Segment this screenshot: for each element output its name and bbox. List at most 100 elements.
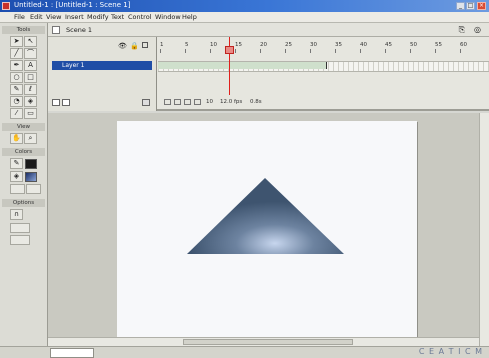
frame-number: 35 xyxy=(335,42,342,48)
menu-help[interactable]: Help xyxy=(182,13,197,21)
frame-rate: 12.0 fps xyxy=(220,99,243,105)
frame-number: 1 xyxy=(160,42,164,48)
horizontal-scroll-thumb[interactable] xyxy=(183,339,353,345)
frame-tick xyxy=(435,49,436,53)
option-button-1[interactable] xyxy=(10,223,30,233)
eyedropper-tool-icon[interactable]: ⁄ xyxy=(10,108,23,119)
lock-icon[interactable]: 🔒 xyxy=(130,42,139,50)
edit-symbols-icon[interactable]: ◎ xyxy=(474,25,481,34)
line-tool-icon[interactable]: ╱ xyxy=(10,48,23,59)
swap-colors-button[interactable] xyxy=(26,184,41,194)
menu-bar: File Edit View Insert Modify Text Contro… xyxy=(0,12,489,23)
frame-tick xyxy=(235,49,236,53)
menu-modify[interactable]: Modify xyxy=(87,13,109,21)
option-button-2[interactable] xyxy=(10,235,30,245)
scene-label[interactable]: Scene 1 xyxy=(66,26,92,34)
frame-number: 25 xyxy=(285,42,292,48)
triangle-shape[interactable] xyxy=(187,178,344,254)
menu-window[interactable]: Window xyxy=(155,13,181,21)
snap-to-objects-icon[interactable]: ∩ xyxy=(10,209,23,220)
horizontal-scrollbar[interactable] xyxy=(48,337,479,346)
frame-tick xyxy=(160,49,161,53)
hand-tool-icon[interactable]: ✋ xyxy=(10,133,23,144)
stroke-color-icon[interactable]: ✎ xyxy=(10,158,23,169)
colors-title: Colors xyxy=(2,148,45,156)
frame-number: 30 xyxy=(310,42,317,48)
frame-tick xyxy=(335,49,336,53)
frame-number: 55 xyxy=(435,42,442,48)
frame-tick xyxy=(310,49,311,53)
layer-panel: 👁 🔒 Layer 1 xyxy=(48,37,157,111)
frame-tick xyxy=(460,49,461,53)
current-frame: 10 xyxy=(206,99,213,105)
eraser-tool-icon[interactable]: ▭ xyxy=(24,108,37,119)
vertical-scrollbar[interactable] xyxy=(479,113,489,346)
toolbox: Tools ➤ ↖ ╱ ⌒ ✒ A ○ □ ✎ ℓ ◔ ◈ ⁄ ▭ View ✋… xyxy=(0,23,48,353)
ink-bottle-tool-icon[interactable]: ◔ xyxy=(10,96,23,107)
frame-tick xyxy=(410,49,411,53)
menu-text[interactable]: Text xyxy=(111,13,124,21)
menu-view[interactable]: View xyxy=(46,13,61,21)
arrow-tool-icon[interactable]: ➤ xyxy=(10,36,23,47)
fill-color-swatch[interactable] xyxy=(25,172,37,182)
onion-outline-icon[interactable] xyxy=(184,99,191,105)
oval-tool-icon[interactable]: ○ xyxy=(10,72,23,83)
title-bar: Untitled-1 : [Untitled-1 : Scene 1] _ □ … xyxy=(0,0,489,12)
motion-tween xyxy=(158,62,327,69)
frame-tick xyxy=(210,49,211,53)
delete-layer-icon[interactable] xyxy=(142,99,150,106)
frame-tick xyxy=(260,49,261,53)
frame-number: 50 xyxy=(410,42,417,48)
layer-row[interactable]: Layer 1 xyxy=(52,61,152,70)
frame-number: 40 xyxy=(360,42,367,48)
menu-insert[interactable]: Insert xyxy=(65,13,84,21)
frame-tick xyxy=(185,49,186,53)
layer-name: Layer 1 xyxy=(62,62,85,69)
default-colors-button[interactable] xyxy=(10,184,25,194)
maximize-button[interactable]: □ xyxy=(466,2,475,10)
menu-edit[interactable]: Edit xyxy=(30,13,43,21)
zoom-field[interactable] xyxy=(50,348,94,358)
playhead-handle[interactable] xyxy=(225,46,234,54)
menu-control[interactable]: Control xyxy=(128,13,152,21)
lasso-tool-icon[interactable]: ⌒ xyxy=(24,48,37,59)
text-tool-icon[interactable]: A xyxy=(24,60,37,71)
watermark: C E A T I C M xyxy=(418,347,483,356)
add-guide-layer-icon[interactable] xyxy=(62,99,70,106)
paint-bucket-tool-icon[interactable]: ◈ xyxy=(24,96,37,107)
pen-tool-icon[interactable]: ✒ xyxy=(10,60,23,71)
tools-title: Tools xyxy=(2,26,45,34)
menu-file[interactable]: File xyxy=(14,13,25,21)
pencil-tool-icon[interactable]: ✎ xyxy=(10,84,23,95)
fill-color-icon[interactable]: ◈ xyxy=(10,171,23,182)
frame-tick xyxy=(360,49,361,53)
frame-number: 5 xyxy=(185,42,189,48)
window-title: Untitled-1 : [Untitled-1 : Scene 1] xyxy=(14,1,131,9)
brush-tool-icon[interactable]: ℓ xyxy=(24,84,37,95)
timeline-panel: 👁 🔒 Layer 1 1 5 10 15 20 25 30 35 40 45 50 55 60 10 … xyxy=(48,37,489,111)
center-frame-icon[interactable] xyxy=(164,99,171,105)
stroke-color-swatch[interactable] xyxy=(25,159,37,169)
add-layer-icon[interactable] xyxy=(52,99,60,106)
frame-area[interactable]: 1 5 10 15 20 25 30 35 40 45 50 55 60 10 12.0 fps 0.8… xyxy=(158,37,489,111)
stage-canvas xyxy=(187,178,344,254)
options-title: Options xyxy=(2,199,45,207)
frame-number: 15 xyxy=(235,42,242,48)
edit-frames-icon[interactable] xyxy=(194,99,201,105)
outline-icon[interactable] xyxy=(142,42,148,48)
close-button[interactable]: × xyxy=(477,2,486,10)
rectangle-tool-icon[interactable]: □ xyxy=(24,72,37,83)
back-icon[interactable] xyxy=(52,26,60,34)
scene-bar: Scene 1 ⎘ ◎ xyxy=(48,23,489,37)
eye-icon[interactable]: 👁 xyxy=(118,42,127,50)
frame-number: 20 xyxy=(260,42,267,48)
stage[interactable] xyxy=(117,121,417,337)
subselect-tool-icon[interactable]: ↖ xyxy=(24,36,37,47)
edit-scene-icon[interactable]: ⎘ xyxy=(459,25,465,35)
elapsed-time: 0.8s xyxy=(250,99,262,105)
frame-tick xyxy=(385,49,386,53)
zoom-tool-icon[interactable]: ⌕ xyxy=(24,133,37,144)
frame-number: 60 xyxy=(460,42,467,48)
onion-skin-icon[interactable] xyxy=(174,99,181,105)
minimize-button[interactable]: _ xyxy=(456,2,465,10)
